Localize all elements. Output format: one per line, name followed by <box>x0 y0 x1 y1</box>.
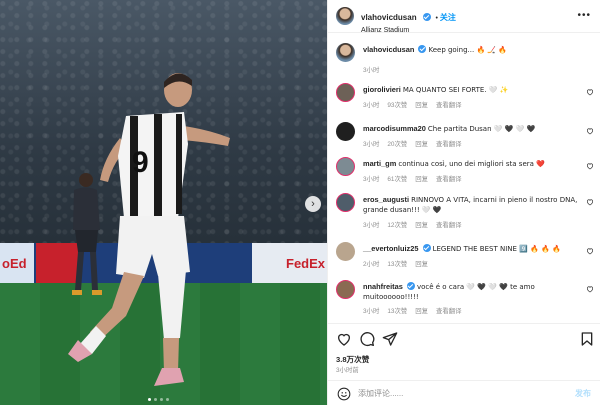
like-comment-icon[interactable] <box>586 162 594 170</box>
comment-time: 3小时 <box>363 141 380 148</box>
post-panel: vlahovicdusan • 关注 Allianz Stadium ••• v… <box>327 0 600 405</box>
main-player: 9 <box>68 73 230 386</box>
comment-composer: 添加评论...... 发布 <box>328 380 600 405</box>
comment-username[interactable]: marti_gm <box>363 159 396 168</box>
comment-username[interactable]: eros_augusti <box>363 195 409 204</box>
comment-username[interactable]: nnahfreitas <box>363 282 403 291</box>
comment-username[interactable]: giorolivieri <box>363 85 401 94</box>
carousel-dot <box>148 398 151 401</box>
post-photo[interactable]: oEd FedEx 9 › <box>0 0 327 405</box>
comment-icon[interactable] <box>359 331 375 347</box>
avatar[interactable] <box>336 280 355 299</box>
avatar[interactable] <box>336 43 355 62</box>
avatar[interactable] <box>336 157 355 176</box>
comment-text: MA QUANTO SEI FORTE. 🤍 ✨ <box>402 86 509 94</box>
post-time: 3小时前 <box>336 367 359 374</box>
like-comment-icon[interactable] <box>586 247 594 255</box>
carousel-dots <box>148 398 169 401</box>
jersey-number: 9 <box>132 146 149 179</box>
comment-likes[interactable]: 13次赞 <box>387 259 407 268</box>
comment-likes[interactable]: 12次赞 <box>387 220 407 229</box>
translate-button[interactable]: 查看翻译 <box>436 220 462 229</box>
more-icon[interactable]: ••• <box>577 10 591 21</box>
avatar[interactable] <box>336 7 354 25</box>
board-text-right: FedEx <box>286 256 326 271</box>
comment-username[interactable]: marcodisumma20 <box>363 124 426 133</box>
caption-text: Keep going... 🔥 🏒 🔥 <box>428 46 508 54</box>
avatar[interactable] <box>336 242 355 261</box>
comment-likes[interactable]: 13次赞 <box>387 306 407 315</box>
carousel-dot <box>166 398 169 401</box>
reply-button[interactable]: 回复 <box>415 100 428 109</box>
post-comment-button[interactable]: 发布 <box>575 388 591 399</box>
post-actions: 3.8万次赞 3小时前 添加评论...... 发布 <box>328 323 600 405</box>
reply-button[interactable]: 回复 <box>415 306 428 315</box>
follow-button[interactable]: 关注 <box>440 13 456 22</box>
avatar[interactable] <box>336 83 355 102</box>
avatar[interactable] <box>336 193 355 212</box>
reply-button[interactable]: 回复 <box>415 259 428 268</box>
likes-count[interactable]: 3.8万次赞 <box>336 354 369 365</box>
post-header: vlahovicdusan • 关注 Allianz Stadium ••• <box>328 0 600 34</box>
verified-badge-icon <box>406 282 415 290</box>
translate-button[interactable]: 查看翻译 <box>436 139 462 148</box>
author-username[interactable]: vlahovicdusan <box>361 13 417 22</box>
translate-button[interactable]: 查看翻译 <box>436 174 462 183</box>
reply-button[interactable]: 回复 <box>415 139 428 148</box>
comments-list: vlahovicdusan Keep going... 🔥 🏒 🔥 3小时 gi… <box>328 33 600 323</box>
comment-time: 3小时 <box>363 176 380 183</box>
comment-username[interactable]: __evertonluiz25 <box>363 244 418 253</box>
comment-text: Che partita Dusan 🤍 🖤 🤍 🖤 <box>427 125 536 133</box>
like-icon[interactable] <box>336 331 352 347</box>
carousel-dot <box>154 398 157 401</box>
caption-username[interactable]: vlahovicdusan <box>363 45 414 54</box>
comment-input[interactable]: 添加评论...... <box>358 388 403 399</box>
comment-likes[interactable]: 93次赞 <box>387 100 407 109</box>
comment-time: 3小时 <box>363 222 380 229</box>
like-comment-icon[interactable] <box>586 127 594 135</box>
verified-badge-icon <box>422 244 431 252</box>
verified-badge-icon <box>423 13 432 21</box>
translate-button[interactable]: 查看翻译 <box>436 100 462 109</box>
share-icon[interactable] <box>382 331 398 347</box>
comment-text: LEGEND THE BEST NINE 9️⃣ 🔥 🔥 🔥 <box>432 245 561 253</box>
board-text-left: oEd <box>2 256 27 271</box>
comment-likes[interactable]: 61次赞 <box>387 174 407 183</box>
comment-time: 3小时 <box>363 308 380 315</box>
like-comment-icon[interactable] <box>586 88 594 96</box>
emoji-icon[interactable] <box>337 387 351 401</box>
comment-time: 3小时 <box>363 102 380 109</box>
carousel-dot <box>160 398 163 401</box>
reply-button[interactable]: 回复 <box>415 220 428 229</box>
next-image-button[interactable]: › <box>305 196 321 212</box>
reply-button[interactable]: 回复 <box>415 174 428 183</box>
translate-button[interactable]: 查看翻译 <box>436 306 462 315</box>
comment-text: continua così, uno dei migliori sta sera… <box>398 160 545 168</box>
save-icon[interactable] <box>579 331 595 347</box>
like-comment-icon[interactable] <box>586 198 594 206</box>
like-comment-icon[interactable] <box>586 285 594 293</box>
comment-time: 2小时 <box>363 261 380 268</box>
verified-badge-icon <box>418 45 427 53</box>
caption-time: 3小时 <box>363 67 380 74</box>
comment-likes[interactable]: 20次赞 <box>387 139 407 148</box>
avatar[interactable] <box>336 122 355 141</box>
